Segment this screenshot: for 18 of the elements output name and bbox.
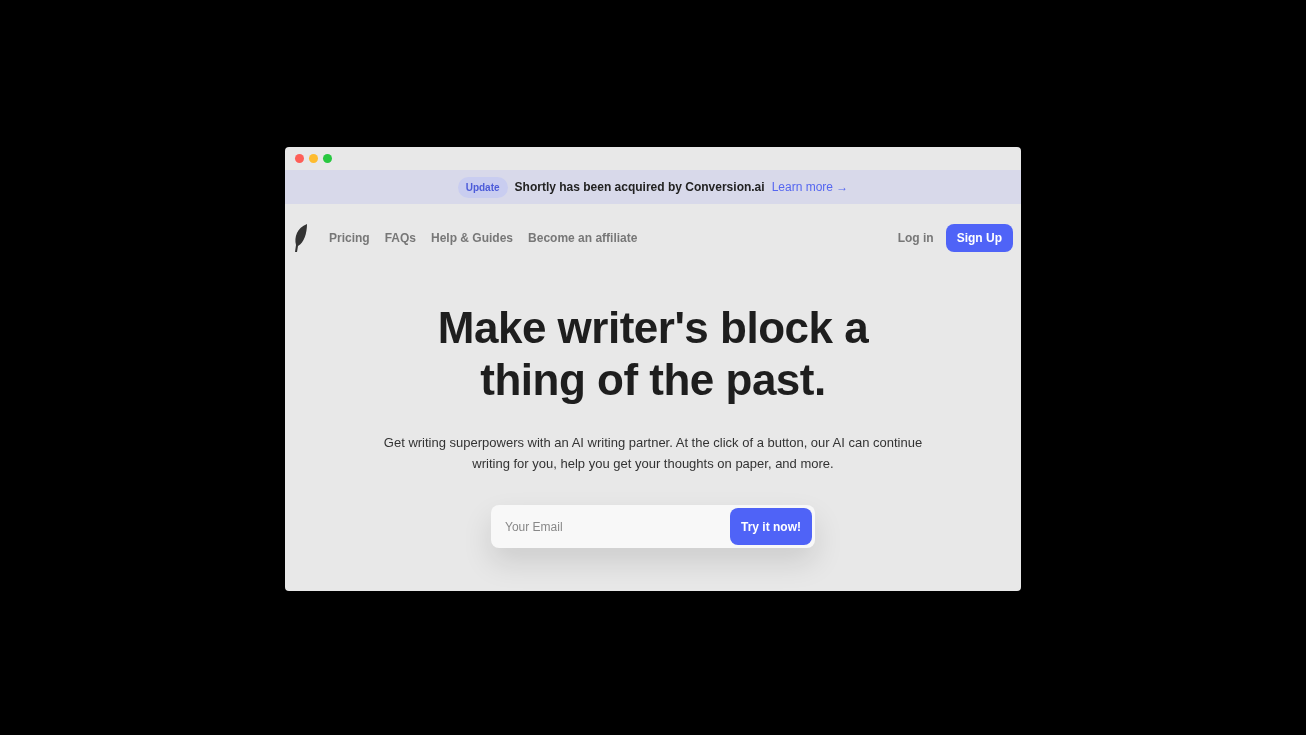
signup-button[interactable]: Sign Up <box>945 224 1013 252</box>
learn-more-link[interactable]: Learn more → <box>771 178 849 196</box>
close-icon[interactable] <box>295 154 304 163</box>
feather-icon[interactable] <box>293 223 309 253</box>
maximize-icon[interactable] <box>323 154 332 163</box>
update-badge: Update <box>457 176 508 198</box>
nav-link[interactable]: Pricing <box>329 229 370 247</box>
nav-link[interactable]: Help & Guides <box>431 229 514 247</box>
nav-link[interactable]: FAQs <box>384 229 417 247</box>
hero-subtitle: Get writing superpowers with an AI writing partner. At the click of a button, our AI can continue writing for you, help you get your thoughts on paper, and more. <box>382 434 924 473</box>
minimize-icon[interactable] <box>309 154 318 163</box>
email-field[interactable]: Your Email Try it now! <box>491 505 815 548</box>
try-it-button[interactable]: Try it now! <box>730 508 812 545</box>
hero-heading: Make writer's block a <box>437 302 869 354</box>
login-link[interactable]: Log in <box>897 229 934 247</box>
nav-link[interactable]: Become an affiliate <box>528 229 638 247</box>
announcement-text: Shortly has been acquired by Conversion.ai <box>514 179 765 196</box>
hero-heading: thing of the past. <box>480 354 826 406</box>
